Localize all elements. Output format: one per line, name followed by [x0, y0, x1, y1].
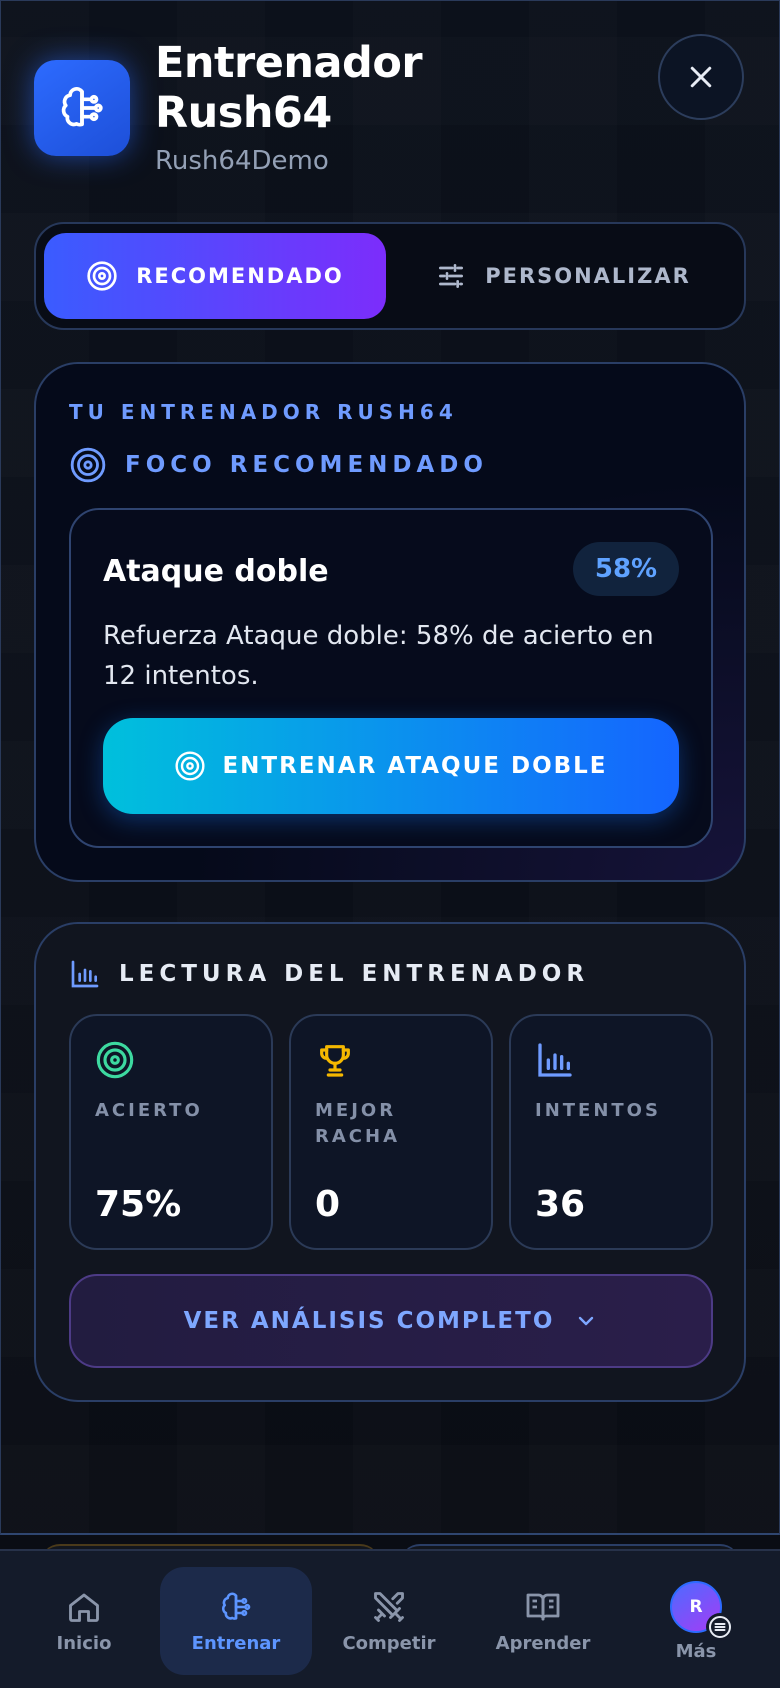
focus-percent-badge: 58%: [573, 542, 679, 596]
train-double-attack-button[interactable]: ENTRENAR ATAQUE DOBLE: [103, 718, 679, 814]
brain-icon: [222, 1591, 251, 1620]
menu-icon: [706, 1612, 734, 1641]
sliders-icon: [439, 264, 464, 288]
target-icon: [175, 751, 206, 781]
avatar-initial: R: [689, 1596, 703, 1617]
bar-chart-icon: [538, 1043, 572, 1077]
nav-item-mas[interactable]: R Más: [620, 1567, 772, 1675]
nav-label: Competir: [342, 1632, 436, 1654]
stat-value: 0: [315, 1184, 341, 1225]
target-icon: [96, 1041, 134, 1079]
coach-reading-card: LECTURA DEL ENTRENADOR ACIERTO 75% MEJOR…: [34, 922, 746, 1402]
nav-item-inicio[interactable]: Inicio: [8, 1567, 160, 1675]
nav-item-entrenar[interactable]: Entrenar: [160, 1567, 312, 1675]
focus-description: Refuerza Ataque doble: 58% de acierto en…: [103, 621, 654, 691]
close-icon: [690, 66, 712, 88]
page-title-line-2: Rush64: [155, 88, 332, 138]
nav-item-competir[interactable]: Competir: [313, 1567, 465, 1675]
username-subtitle: Rush64Demo: [155, 146, 329, 176]
focus-label: FOCO RECOMENDADO: [125, 452, 488, 478]
chevron-down-icon: [579, 1316, 594, 1326]
tab-recomendado-label: RECOMENDADO: [136, 264, 344, 288]
stat-card-accuracy: ACIERTO 75%: [69, 1014, 273, 1250]
stat-value: 75%: [95, 1184, 182, 1225]
focus-title: Ataque doble: [103, 554, 329, 589]
focus-heading: FOCO RECOMENDADO: [69, 446, 488, 484]
coach-card: TU ENTRENADOR RUSH64 FOCO RECOMENDADO At…: [34, 362, 746, 882]
view-full-analysis-button[interactable]: VER ANÁLISIS COMPLETO: [69, 1274, 713, 1368]
focus-card: Ataque doble 58% Refuerza Ataque doble: …: [69, 508, 713, 848]
train-button-label: ENTRENAR ATAQUE DOBLE: [222, 753, 608, 779]
trophy-icon: [320, 1045, 350, 1077]
nav-label: Inicio: [56, 1632, 112, 1654]
stat-card-attempts: INTENTOS 36: [509, 1014, 713, 1250]
bottom-navigation: Inicio Entrenar Competir Aprender R Más: [0, 1549, 780, 1688]
home-icon: [69, 1593, 99, 1622]
stat-label: ACIERTO: [95, 1100, 203, 1121]
stat-label: MEJOR RACHA: [315, 1100, 400, 1147]
reading-heading: LECTURA DEL ENTRENADOR: [69, 958, 589, 990]
reading-title: LECTURA DEL ENTRENADOR: [119, 961, 590, 987]
target-icon: [87, 261, 117, 291]
brain-icon: [34, 60, 130, 156]
tab-personalizar[interactable]: PERSONALIZAR: [392, 233, 734, 319]
mode-tabs: RECOMENDADO PERSONALIZAR: [34, 222, 746, 330]
stat-card-best-streak: MEJOR RACHA 0: [289, 1014, 493, 1250]
analysis-button-label: VER ANÁLISIS COMPLETO: [183, 1308, 555, 1334]
tab-recomendado[interactable]: RECOMENDADO: [44, 233, 386, 319]
page-title-line-1: Entrenador: [155, 38, 423, 88]
close-button[interactable]: [658, 34, 744, 120]
nav-label: Aprender: [495, 1632, 591, 1654]
stat-label: INTENTOS: [535, 1100, 661, 1121]
nav-label: Entrenar: [191, 1632, 281, 1654]
bar-chart-icon: [71, 960, 99, 988]
stat-value: 36: [535, 1184, 586, 1225]
book-icon: [526, 1593, 560, 1620]
coach-eyebrow: TU ENTRENADOR RUSH64: [69, 400, 458, 424]
nav-label: Más: [675, 1640, 717, 1662]
avatar: R: [670, 1580, 734, 1641]
page-title: Entrenador Rush64: [155, 38, 455, 138]
nav-item-aprender[interactable]: Aprender: [467, 1567, 619, 1675]
target-icon: [70, 447, 106, 483]
swords-icon: [374, 1591, 404, 1622]
tab-personalizar-label: PERSONALIZAR: [485, 264, 691, 288]
